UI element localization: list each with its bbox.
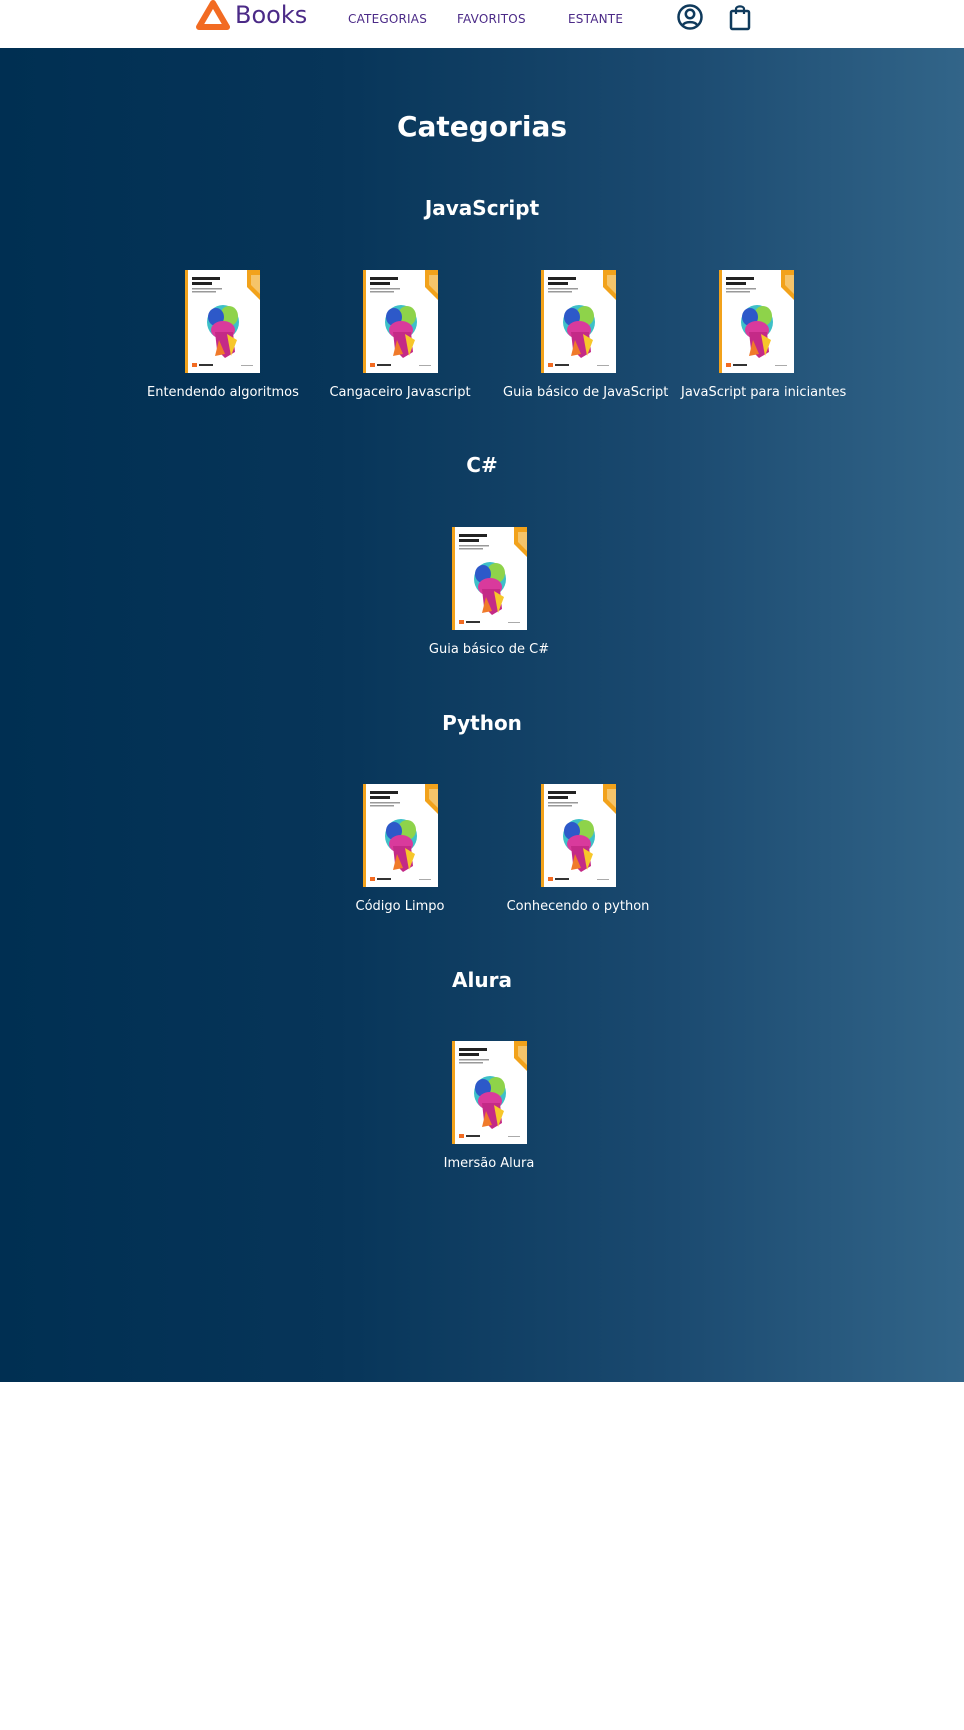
nav-link-favoritos[interactable]: FAVORITOS [457,12,526,26]
book-card[interactable]: JavaScript para iniciantes [681,270,847,400]
book-card[interactable]: Guia básico de JavaScript [503,270,669,400]
logo-triangle-icon [196,0,230,30]
book-title: JavaScript para iniciantes [681,385,847,400]
book-card[interactable]: Conhecendo o python [503,784,653,914]
nav-link-estante[interactable]: ESTANTE [568,12,623,26]
book-title: Conhecendo o python [506,899,650,914]
book-cover [452,1041,527,1144]
book-cover [185,270,260,373]
category-title-javascript: JavaScript [424,196,540,220]
book-title: Cangaceiro Javascript [329,385,471,400]
book-cover [363,270,438,373]
book-card[interactable]: Cangaceiro Javascript [325,270,475,400]
book-cover [363,784,438,887]
book-title: Imersão Alura [443,1156,535,1171]
book-cover [541,270,616,373]
book-card[interactable]: Imersão Alura [414,1041,564,1171]
logo-text: Books [235,1,308,29]
book-title: Guia básico de C# [428,642,550,657]
book-title: Guia básico de JavaScript [503,385,669,400]
main-content: Categorias JavaScript Entendendo algorit… [0,48,964,1382]
book-card[interactable]: Guia básico de C# [414,527,564,657]
nav-link-categorias[interactable]: CATEGORIAS [348,12,427,26]
book-cover [541,784,616,887]
book-cover [719,270,794,373]
page-title: Categorias [396,110,568,143]
book-cover [452,527,527,630]
category-title-csharp: C# [466,453,498,477]
logo[interactable]: Books [196,0,307,30]
header: Books CATEGORIAS FAVORITOS ESTANTE [0,0,964,48]
shopping-bag-icon[interactable] [726,3,754,31]
category-title-python: Python [442,711,522,735]
book-title: Entendendo algoritmos [147,385,299,400]
book-card[interactable]: Entendendo algoritmos [147,270,299,400]
user-icon[interactable] [676,3,704,31]
book-title: Código Limpo [355,899,445,914]
category-title-alura: Alura [452,968,512,992]
book-card[interactable]: Código Limpo [325,784,475,914]
